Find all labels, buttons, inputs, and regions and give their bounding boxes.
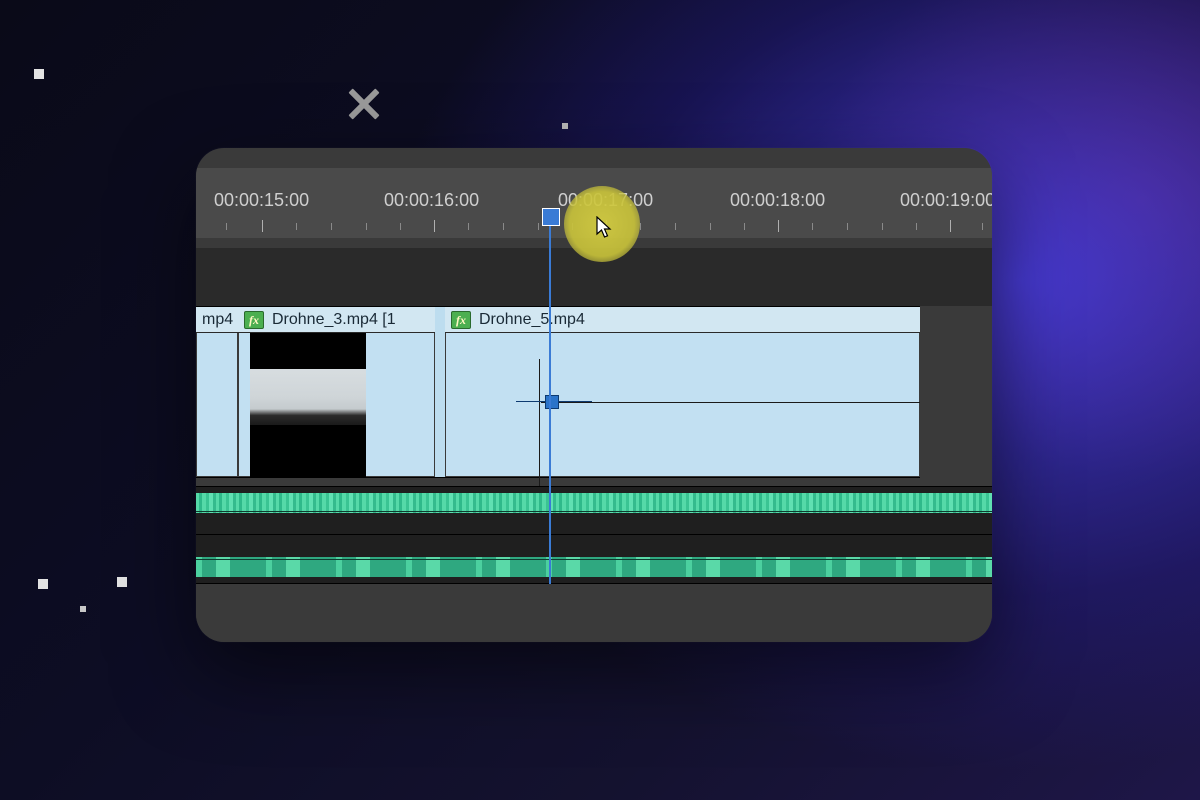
playhead-line[interactable] xyxy=(549,216,551,584)
video-track[interactable]: mp4 fx Drohne_3.mp4 [1 fx Drohne_5.mp4 xyxy=(196,306,920,478)
decorative-square xyxy=(562,123,568,129)
effect-value-line xyxy=(541,402,920,403)
panel-bottom-band xyxy=(196,584,992,642)
ruler-tick-minor xyxy=(812,223,813,230)
fx-badge-icon: fx xyxy=(451,311,471,329)
ruler-tick-minor xyxy=(226,223,227,230)
decorative-square xyxy=(117,577,127,587)
clip-header: fx Drohne_5.mp4 xyxy=(445,307,920,333)
clip-label: Drohne_5.mp4 xyxy=(479,311,585,329)
keyframe-handle[interactable] xyxy=(558,401,592,402)
clip-thumbnail xyxy=(250,333,366,477)
decorative-square xyxy=(34,69,44,79)
ruler-tick-minor xyxy=(710,223,711,230)
decorative-square xyxy=(38,579,48,589)
decorative-square xyxy=(80,606,86,612)
clip-label: mp4 xyxy=(202,311,233,329)
audio-track-group xyxy=(196,486,992,584)
clip-header: fx Drohne_3.mp4 [1 xyxy=(238,307,435,333)
ruler-tick-minor xyxy=(744,223,745,230)
click-highlight-icon xyxy=(564,186,640,262)
ruler-timecode: 00:00:16:00 xyxy=(384,190,479,211)
keyframe[interactable] xyxy=(545,395,559,409)
audio-track[interactable] xyxy=(196,486,992,536)
clip-effect-area[interactable] xyxy=(445,333,920,477)
timeline-clip[interactable]: mp4 xyxy=(196,307,238,477)
ruler-tick-minor xyxy=(538,223,539,230)
ruler-tick-minor xyxy=(366,223,367,230)
effect-boundary-line xyxy=(539,359,540,503)
ruler-tick-minor xyxy=(400,223,401,230)
timeline-panel: 00:00:15:00 00:00:16:00 00:00:17:00 00:0… xyxy=(196,148,992,642)
ruler-tick-minor xyxy=(503,223,504,230)
ruler-tick-major xyxy=(778,220,779,232)
ruler-tick-minor xyxy=(296,223,297,230)
ruler-tick-minor xyxy=(916,223,917,230)
fx-badge-icon: fx xyxy=(244,311,264,329)
ruler-tick-minor xyxy=(331,223,332,230)
clip-label: Drohne_3.mp4 [1 xyxy=(272,311,396,329)
ruler-tick-minor xyxy=(847,223,848,230)
ruler-tick-minor xyxy=(675,223,676,230)
ruler-tick-minor xyxy=(882,223,883,230)
ruler-tick-minor xyxy=(640,223,641,230)
timeline-clip[interactable]: fx Drohne_3.mp4 [1 xyxy=(238,307,435,477)
close-icon xyxy=(344,84,384,124)
ruler-tick-minor xyxy=(468,223,469,230)
ruler-timecode: 00:00:15:00 xyxy=(214,190,309,211)
playhead-handle[interactable] xyxy=(542,208,560,226)
ruler-tick-minor xyxy=(982,223,983,230)
ruler-tick-major xyxy=(950,220,951,232)
ruler-tick-major xyxy=(262,220,263,232)
ruler-tick-major xyxy=(434,220,435,232)
clip-header: mp4 xyxy=(196,307,238,333)
audio-track[interactable] xyxy=(196,534,992,584)
ruler-timecode: 00:00:18:00 xyxy=(730,190,825,211)
ruler-timecode: 00:00:19:00 xyxy=(900,190,992,211)
track-empty-area xyxy=(920,306,992,476)
timeline-clip[interactable]: fx Drohne_5.mp4 xyxy=(445,307,920,477)
